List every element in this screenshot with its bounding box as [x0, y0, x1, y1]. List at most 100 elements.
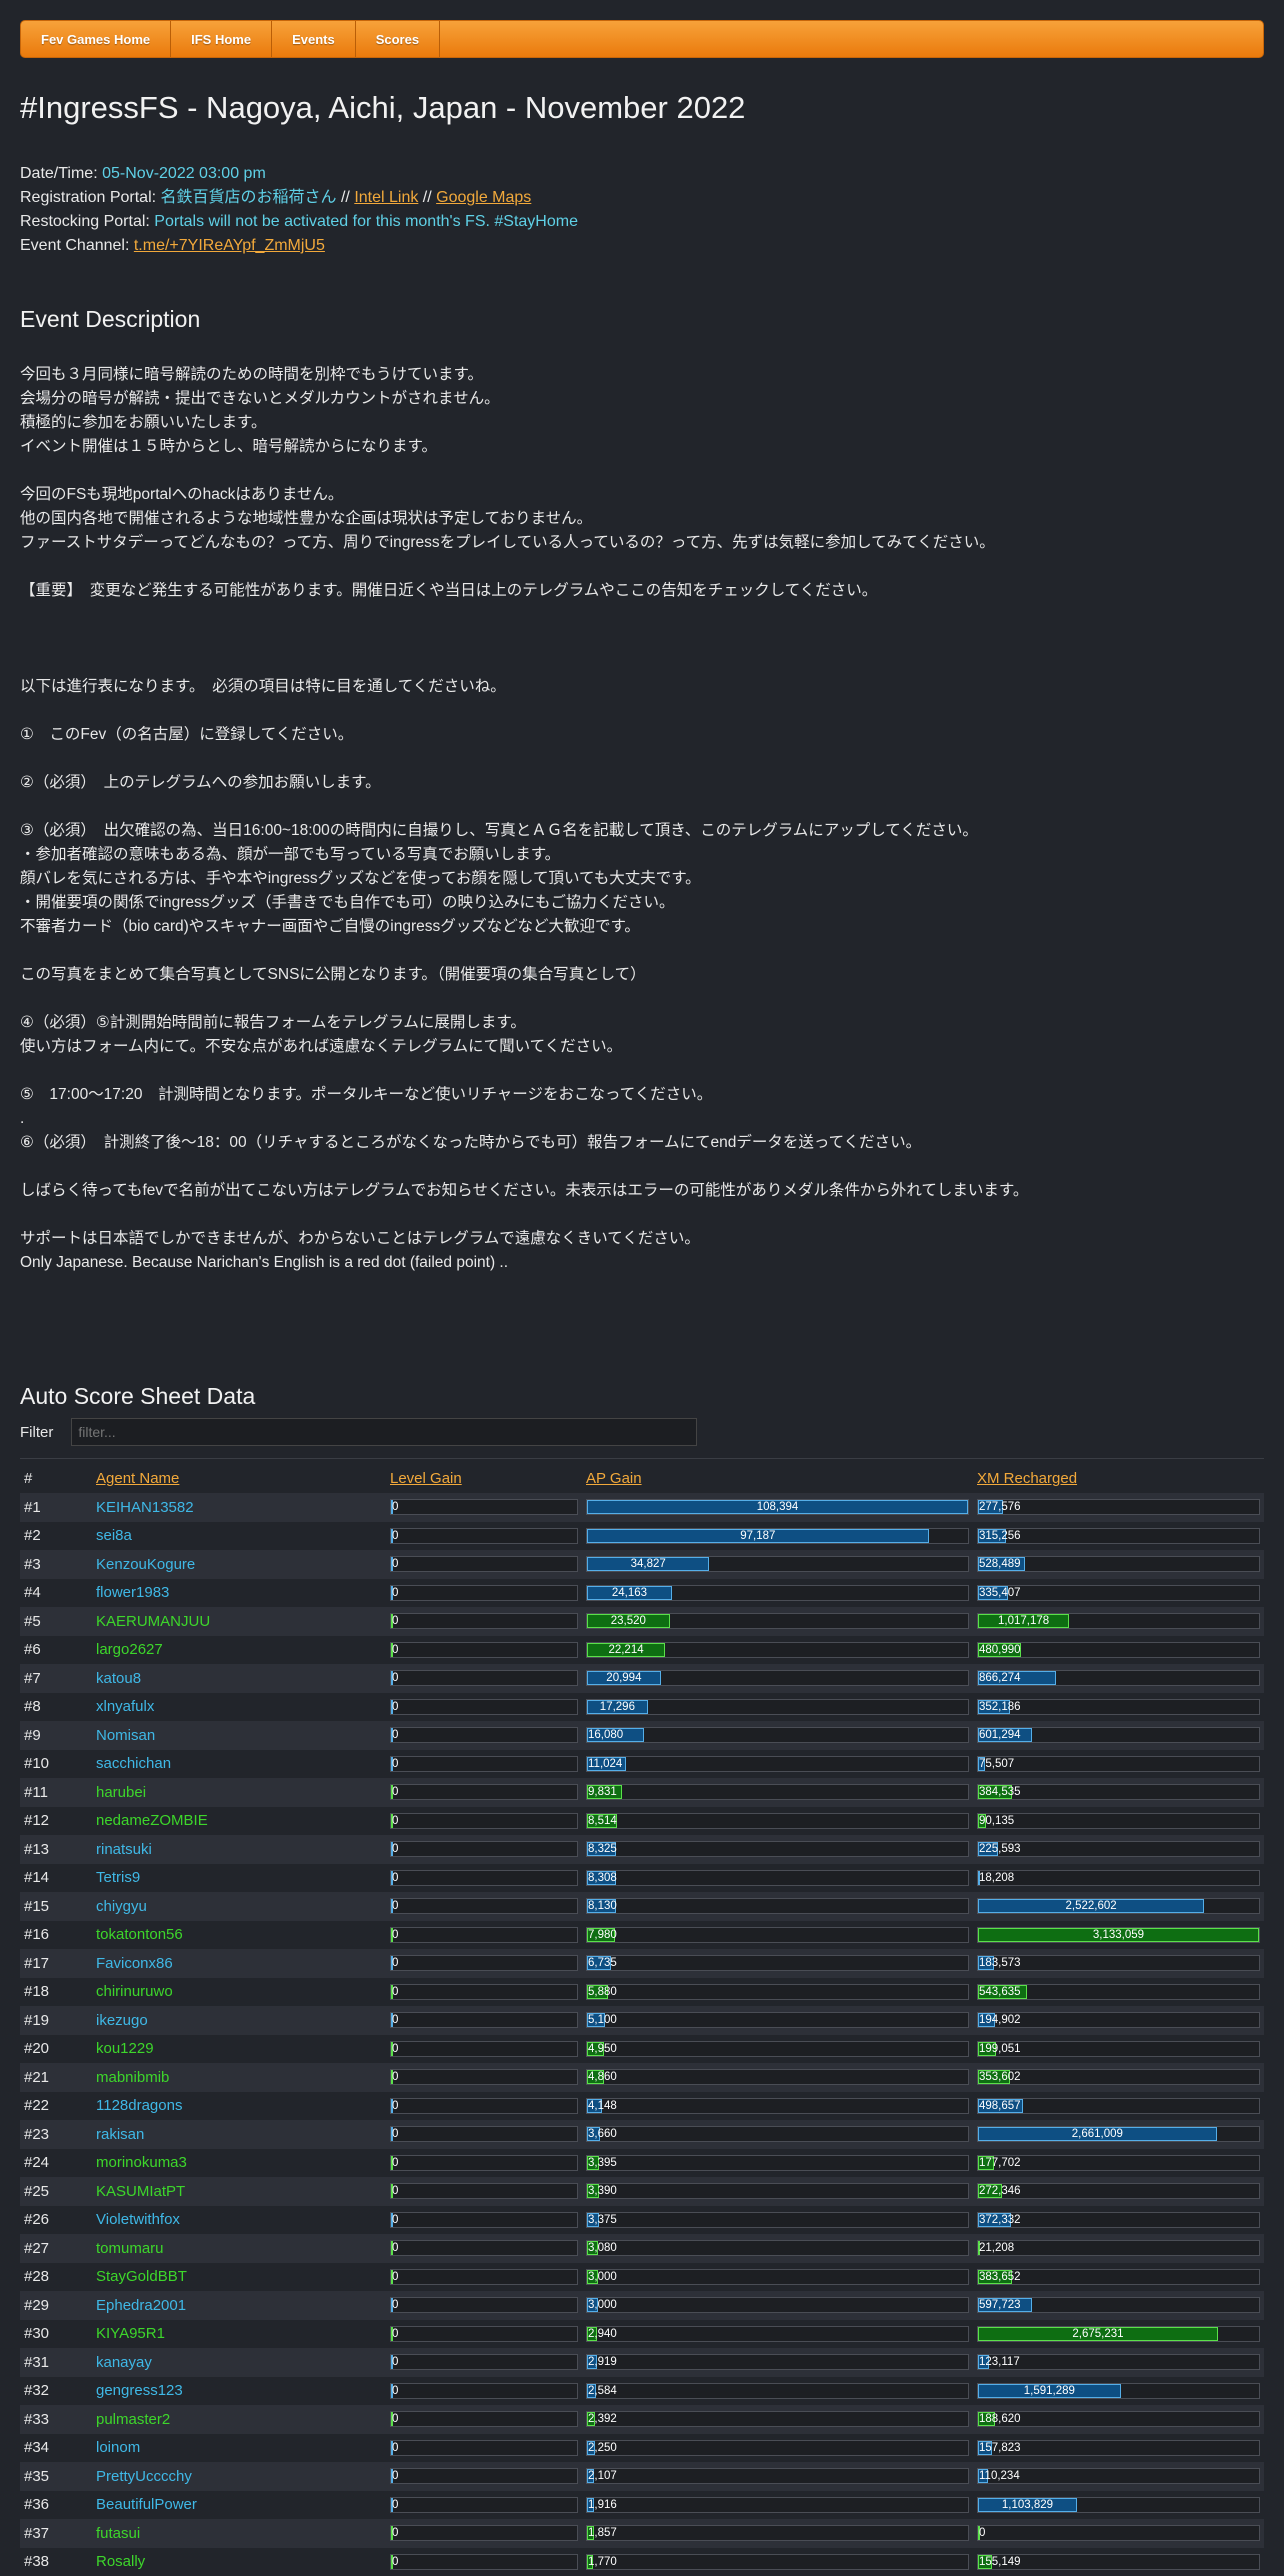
agent-name-link[interactable]: Nomisan — [96, 1727, 155, 1744]
agent-name-link[interactable]: gengress123 — [96, 2382, 183, 2399]
agent-name-link[interactable]: kou1229 — [96, 2040, 154, 2057]
ap-gain-cell: 3,000 — [582, 2263, 973, 2292]
agent-name-cell: futasui — [92, 2519, 386, 2548]
xm-recharged-cell: 75,507 — [973, 1750, 1264, 1779]
table-row: #26Violetwithfox03,375372,332 — [20, 2206, 1264, 2235]
google-maps-link[interactable]: Google Maps — [436, 189, 531, 206]
agent-name-link[interactable]: xlnyafulx — [96, 1698, 154, 1715]
ap-gain-bar: 3,000 — [586, 2297, 969, 2313]
xm-recharged-bar: 90,135 — [977, 1813, 1260, 1829]
intel-link[interactable]: Intel Link — [354, 189, 418, 206]
filter-input[interactable] — [71, 1418, 697, 1446]
table-row: #3KenzouKogure034,827528,489 — [20, 1550, 1264, 1579]
ap-gain-bar-label: 8,130 — [587, 1899, 968, 1913]
agent-name-link[interactable]: katou8 — [96, 1670, 141, 1687]
agent-name-link[interactable]: loinom — [96, 2439, 140, 2456]
agent-name-link[interactable]: Faviconx86 — [96, 1955, 173, 1972]
agent-name-link[interactable]: flower1983 — [96, 1584, 169, 1601]
xm-recharged-cell: 157,823 — [973, 2434, 1264, 2463]
agent-name-link[interactable]: ikezugo — [96, 2012, 148, 2029]
agent-name-link[interactable]: kanayay — [96, 2354, 152, 2371]
agent-name-link[interactable]: futasui — [96, 2525, 140, 2542]
xm-recharged-bar: 194,902 — [977, 2012, 1260, 2028]
ap-gain-bar-label: 4,950 — [587, 2042, 968, 2056]
agent-name-link[interactable]: KIYA95R1 — [96, 2325, 165, 2342]
agent-name-link[interactable]: sei8a — [96, 1527, 132, 1544]
agent-name-link[interactable]: pulmaster2 — [96, 2411, 170, 2428]
rank-cell: #15 — [20, 1892, 92, 1921]
ap-gain-bar: 8,514 — [586, 1813, 969, 1829]
level-gain-bar: 0 — [390, 1927, 578, 1943]
agent-name-link[interactable]: tokatonton56 — [96, 1926, 183, 1943]
level-gain-bar-label: 0 — [391, 1586, 577, 1600]
agent-name-link[interactable]: BeautifulPower — [96, 2496, 197, 2513]
nav-fev-games-home[interactable]: Fev Games Home — [21, 21, 171, 57]
xm-recharged-bar-label: 188,620 — [978, 2412, 1259, 2426]
agent-name-link[interactable]: StayGoldBBT — [96, 2268, 187, 2285]
agent-name-link[interactable]: harubei — [96, 1784, 146, 1801]
rank-cell: #36 — [20, 2491, 92, 2520]
agent-name-link[interactable]: chirinuruwo — [96, 1983, 173, 2000]
agent-name-link[interactable]: 1128dragons — [96, 2097, 182, 2114]
agent-name-link[interactable]: nedameZOMBIE — [96, 1812, 208, 1829]
ap-gain-bar: 4,950 — [586, 2041, 969, 2057]
agent-name-link[interactable]: sacchichan — [96, 1755, 171, 1772]
agent-name-link[interactable]: KenzouKogure — [96, 1556, 195, 1573]
nav-events[interactable]: Events — [272, 21, 356, 57]
agent-name-link[interactable]: KEIHAN13582 — [96, 1499, 194, 1516]
ap-gain-bar-label: 2,940 — [587, 2327, 968, 2341]
level-gain-cell: 0 — [386, 1864, 582, 1893]
level-gain-cell: 0 — [386, 2320, 582, 2349]
agent-name-link[interactable]: chiygyu — [96, 1898, 147, 1915]
xm-recharged-cell: 199,051 — [973, 2035, 1264, 2064]
rank-cell: #27 — [20, 2234, 92, 2263]
ap-gain-cell: 1,857 — [582, 2519, 973, 2548]
agent-name-link[interactable]: mabnibmib — [96, 2069, 169, 2086]
agent-name-link[interactable]: tomumaru — [96, 2240, 164, 2257]
event-description: 今回も３月同様に暗号解読のための時間を別枠でもうけています。 会場分の暗号が解読… — [20, 363, 1264, 1275]
ap-gain-bar-label: 5,880 — [587, 1985, 968, 1999]
ap-gain-bar-label: 24,163 — [587, 1586, 672, 1600]
event-info: Date/Time: 05-Nov-2022 03:00 pm Registra… — [20, 162, 1264, 258]
agent-name-link[interactable]: Ephedra2001 — [96, 2297, 186, 2314]
ap-gain-bar-label: 3,000 — [587, 2270, 968, 2284]
col-xm-recharged[interactable]: XM Recharged — [973, 1459, 1264, 1493]
agent-name-cell: 1128dragons — [92, 2092, 386, 2121]
ap-gain-bar-label: 9,831 — [587, 1785, 968, 1799]
agent-name-link[interactable]: rinatsuki — [96, 1841, 152, 1858]
rank-cell: #34 — [20, 2434, 92, 2463]
xm-recharged-cell: 335,407 — [973, 1579, 1264, 1608]
col-level-gain[interactable]: Level Gain — [386, 1459, 582, 1493]
table-row: #6largo2627022,214480,990 — [20, 1636, 1264, 1665]
agent-name-link[interactable]: morinokuma3 — [96, 2154, 187, 2171]
agent-name-link[interactable]: KAERUMANJUU — [96, 1613, 210, 1630]
agent-name-link[interactable]: rakisan — [96, 2126, 144, 2143]
level-gain-cell: 0 — [386, 2548, 582, 2576]
rank-cell: #4 — [20, 1579, 92, 1608]
xm-recharged-cell: 18,208 — [973, 1864, 1264, 1893]
ap-gain-cell: 3,375 — [582, 2206, 973, 2235]
level-gain-bar-label: 0 — [391, 2555, 577, 2569]
agent-name-link[interactable]: KASUMIatPT — [96, 2183, 185, 2200]
level-gain-bar: 0 — [390, 1841, 578, 1857]
col-ap-gain[interactable]: AP Gain — [582, 1459, 973, 1493]
level-gain-bar: 0 — [390, 2383, 578, 2399]
col-agent-name[interactable]: Agent Name — [92, 1459, 386, 1493]
xm-recharged-bar-label: 335,407 — [978, 1586, 1259, 1600]
table-row: #18chirinuruwo05,880543,635 — [20, 1978, 1264, 2007]
agent-name-cell: sacchichan — [92, 1750, 386, 1779]
agent-name-link[interactable]: Tetris9 — [96, 1869, 140, 1886]
nav-ifs-home[interactable]: IFS Home — [171, 21, 272, 57]
agent-name-link[interactable]: Violetwithfox — [96, 2211, 180, 2228]
level-gain-bar: 0 — [390, 2126, 578, 2142]
agent-name-cell: katou8 — [92, 1664, 386, 1693]
nav-scores[interactable]: Scores — [356, 21, 440, 57]
agent-name-link[interactable]: PrettyUcccchy — [96, 2468, 192, 2485]
table-row: #38Rosally01,770155,149 — [20, 2548, 1264, 2576]
ap-gain-cell: 8,325 — [582, 1835, 973, 1864]
xm-recharged-bar-label: 372,332 — [978, 2213, 1259, 2227]
agent-name-link[interactable]: largo2627 — [96, 1641, 163, 1658]
xm-recharged-bar: 75,507 — [977, 1756, 1260, 1772]
level-gain-bar: 0 — [390, 2098, 578, 2114]
event-channel-link[interactable]: t.me/+7YIReAYpf_ZmMjU5 — [134, 237, 325, 254]
